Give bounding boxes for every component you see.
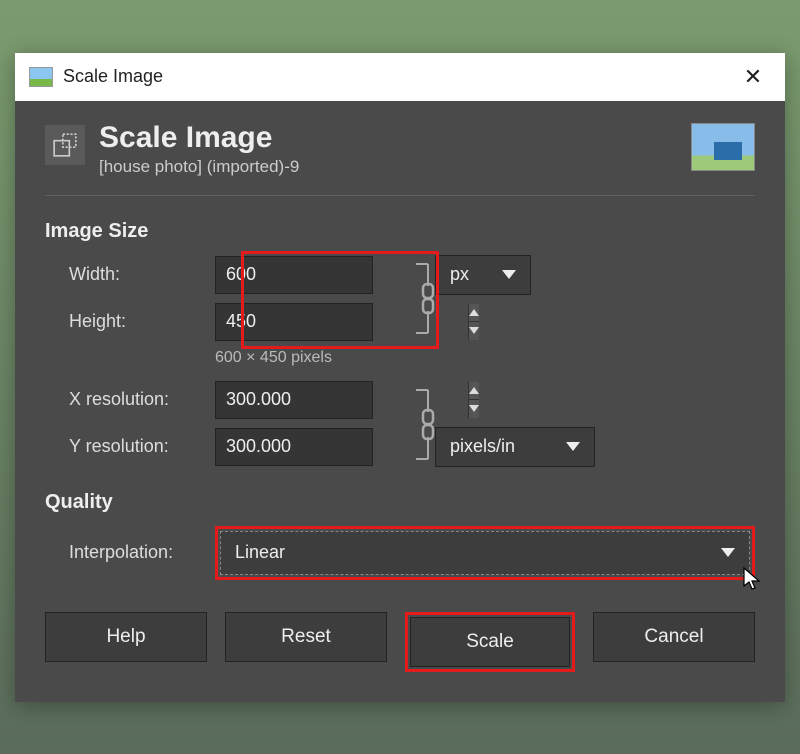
image-thumbnail: [691, 123, 755, 171]
titlebar: Scale Image ✕: [15, 53, 785, 101]
app-icon: [29, 67, 53, 87]
res-unit-dropdown[interactable]: pixels/in: [435, 427, 595, 467]
interp-label: Interpolation:: [45, 542, 215, 563]
unit-value: px: [450, 264, 488, 285]
help-button[interactable]: Help: [45, 612, 207, 662]
link-chain-icon[interactable]: [410, 256, 450, 341]
quality-heading: Quality: [45, 491, 755, 514]
xres-input[interactable]: [215, 381, 373, 419]
width-input[interactable]: [215, 256, 373, 294]
highlight-box-interp: Linear: [215, 526, 755, 580]
width-label: Width:: [45, 264, 215, 285]
chevron-down-icon: [721, 548, 735, 557]
xres-label: X resolution:: [45, 389, 215, 410]
dialog-header: Scale Image [house photo] (imported)-9: [45, 101, 755, 196]
dialog-window: Scale Image ✕ Scale Image [house photo] …: [15, 53, 785, 702]
dialog-title: Scale Image: [99, 121, 677, 155]
chevron-down-icon: [566, 442, 580, 451]
chevron-down-icon: [502, 270, 516, 279]
image-size-heading: Image Size: [45, 220, 755, 243]
xres-increment[interactable]: [468, 382, 479, 401]
interp-value: Linear: [235, 542, 707, 563]
height-decrement[interactable]: [468, 322, 479, 340]
scale-button[interactable]: Scale: [410, 617, 570, 667]
height-input[interactable]: [215, 303, 373, 341]
window-title: Scale Image: [63, 66, 735, 87]
cursor-icon: [742, 566, 762, 592]
yres-input[interactable]: [215, 428, 373, 466]
interpolation-dropdown[interactable]: Linear: [220, 531, 750, 575]
yres-label: Y resolution:: [45, 436, 215, 457]
scale-icon: [45, 125, 85, 165]
reset-button[interactable]: Reset: [225, 612, 387, 662]
res-unit-value: pixels/in: [450, 436, 552, 457]
height-label: Height:: [45, 311, 215, 332]
close-button[interactable]: ✕: [735, 59, 771, 95]
size-hint: 600 × 450 pixels: [215, 349, 755, 367]
height-increment[interactable]: [468, 304, 479, 323]
highlight-box-scale: Scale: [405, 612, 575, 672]
dialog-subtitle: [house photo] (imported)-9: [99, 157, 677, 177]
cancel-button[interactable]: Cancel: [593, 612, 755, 662]
xres-decrement[interactable]: [468, 400, 479, 418]
dialog-body: Scale Image [house photo] (imported)-9 I…: [15, 101, 785, 702]
link-chain-icon-res[interactable]: [410, 382, 450, 467]
